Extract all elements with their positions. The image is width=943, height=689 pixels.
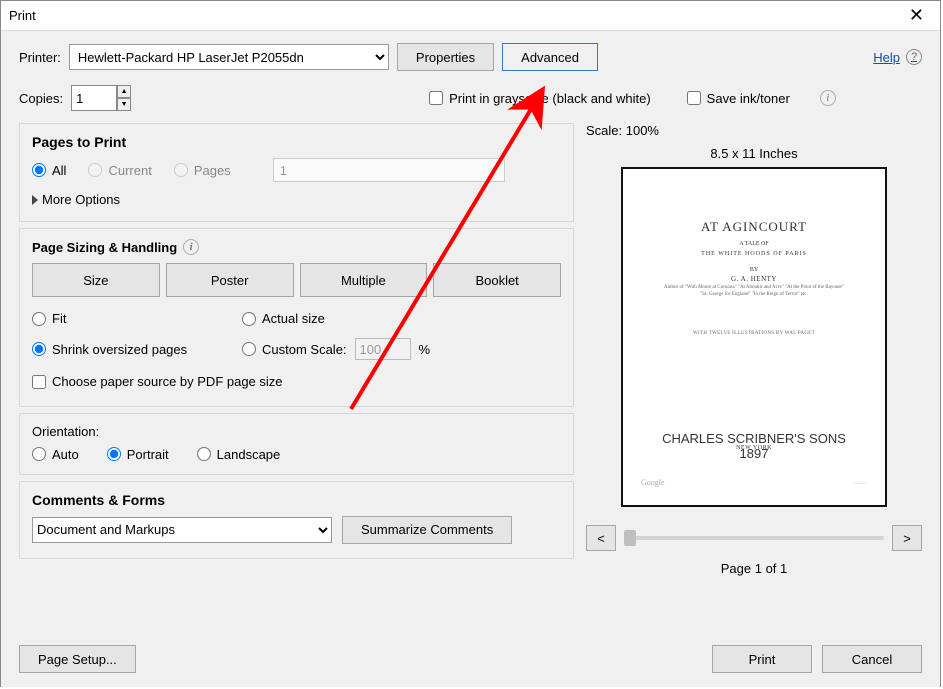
copies-spin-up[interactable]: ▲: [117, 85, 131, 98]
orientation-auto-radio[interactable]: Auto: [32, 447, 79, 462]
percent-label: %: [419, 342, 431, 357]
pages-range-input[interactable]: [273, 158, 505, 182]
preview-slider[interactable]: [624, 536, 884, 540]
paper-dimensions: 8.5 x 11 Inches: [586, 146, 922, 161]
size-button[interactable]: Size: [32, 263, 160, 297]
info-icon[interactable]: i: [820, 90, 836, 106]
poster-button[interactable]: Poster: [166, 263, 294, 297]
chevron-right-icon: [32, 195, 38, 205]
help-icon: ?: [906, 49, 922, 65]
preview-next-button[interactable]: >: [892, 525, 922, 551]
pages-to-print-title: Pages to Print: [32, 134, 561, 150]
summarize-comments-button[interactable]: Summarize Comments: [342, 516, 512, 544]
custom-scale-radio[interactable]: Custom Scale:: [242, 342, 347, 357]
shrink-radio[interactable]: Shrink oversized pages: [32, 342, 232, 357]
printer-label: Printer:: [19, 50, 61, 65]
fit-radio[interactable]: Fit: [32, 311, 232, 326]
properties-button[interactable]: Properties: [397, 43, 494, 71]
orientation-landscape-radio[interactable]: Landscape: [197, 447, 281, 462]
scale-label: Scale: 100%: [586, 123, 922, 138]
pages-current-radio[interactable]: Current: [88, 163, 151, 178]
sizing-title: Page Sizing & Handling: [32, 240, 177, 255]
grayscale-checkbox[interactable]: Print in grayscale (black and white): [429, 91, 651, 106]
comments-select[interactable]: Document and Markups: [32, 517, 332, 543]
close-icon[interactable]: ✕: [901, 5, 932, 26]
print-button[interactable]: Print: [712, 645, 812, 673]
page-indicator: Page 1 of 1: [586, 561, 922, 576]
cancel-button[interactable]: Cancel: [822, 645, 922, 673]
printer-select[interactable]: Hewlett-Packard HP LaserJet P2055dn: [69, 44, 389, 70]
multiple-button[interactable]: Multiple: [300, 263, 428, 297]
info-icon[interactable]: i: [183, 239, 199, 255]
print-preview: AT AGINCOURT A TALE OF THE WHITE HOODS O…: [621, 167, 887, 507]
actual-size-radio[interactable]: Actual size: [242, 311, 561, 326]
page-setup-button[interactable]: Page Setup...: [19, 645, 136, 673]
help-label: Help: [873, 50, 900, 65]
save-ink-checkbox[interactable]: Save ink/toner: [687, 91, 790, 106]
preview-prev-button[interactable]: <: [586, 525, 616, 551]
more-options-toggle[interactable]: More Options: [32, 192, 561, 207]
pages-all-radio[interactable]: All: [32, 163, 66, 178]
pages-range-radio[interactable]: Pages: [174, 163, 231, 178]
grayscale-label: Print in grayscale (black and white): [449, 91, 651, 106]
slider-thumb[interactable]: [624, 530, 636, 546]
choose-source-checkbox[interactable]: Choose paper source by PDF page size: [32, 374, 283, 389]
custom-scale-input[interactable]: [355, 338, 411, 360]
window-title: Print: [9, 8, 36, 23]
help-link[interactable]: Help ?: [873, 49, 922, 65]
advanced-button[interactable]: Advanced: [502, 43, 598, 71]
copies-spin-down[interactable]: ▼: [117, 98, 131, 111]
booklet-button[interactable]: Booklet: [433, 263, 561, 297]
copies-label: Copies:: [19, 91, 63, 106]
orientation-portrait-radio[interactable]: Portrait: [107, 447, 169, 462]
comments-title: Comments & Forms: [32, 492, 561, 508]
copies-input[interactable]: [71, 85, 117, 111]
orientation-label: Orientation:: [32, 424, 561, 439]
save-ink-label: Save ink/toner: [707, 91, 790, 106]
